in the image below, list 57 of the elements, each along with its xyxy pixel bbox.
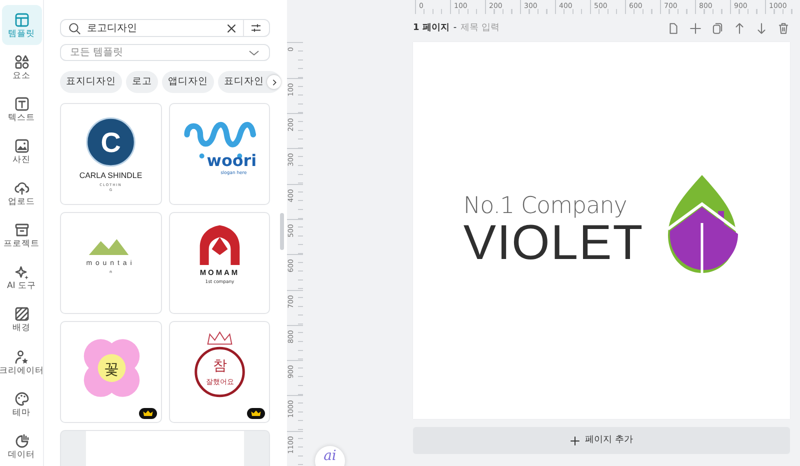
copy-icon[interactable] [711, 22, 724, 35]
add-page-button[interactable]: 페이지 추가 [413, 427, 790, 454]
tagline-text: No.1 Company [463, 194, 627, 220]
sidebar-tab[interactable]: 테마 [2, 384, 42, 424]
logo-text: 참 [212, 358, 226, 374]
template-dropdown[interactable]: 모든 템플릿 [60, 44, 270, 61]
sidebar-tab[interactable]: 프로젝트 [2, 215, 42, 256]
page-label: 1 페이지 [413, 22, 450, 35]
logo-text: CARLA SHINDLE [79, 170, 142, 180]
page-title-field[interactable]: 제목 입력 [460, 22, 521, 36]
arrow-down-icon[interactable] [755, 22, 768, 35]
crown-stamp-drawing [194, 331, 244, 398]
image-icon [14, 138, 30, 154]
sidebar-tab[interactable]: 데이터 [2, 426, 42, 466]
text-icon [14, 96, 30, 112]
person-star-icon [14, 348, 30, 365]
archive-icon [14, 222, 30, 238]
sparkle-icon [14, 264, 30, 280]
logo-text: 꽃 [104, 360, 120, 378]
search-field[interactable]: 로고디자인 [60, 19, 270, 37]
tag-chip[interactable]: 표지디자인 [60, 71, 122, 93]
brand-name: VIOLET [463, 219, 644, 268]
search-icon [68, 22, 81, 34]
sidebar-tab[interactable]: 배경 [2, 300, 42, 340]
mountain-logo-drawing [88, 239, 129, 256]
pie-chart-icon [14, 432, 30, 449]
template-card[interactable]: 꽃 [60, 321, 162, 423]
close-icon[interactable] [226, 22, 237, 34]
sidebar-tab[interactable]: 요소 [2, 47, 42, 88]
layout-icon [14, 12, 30, 28]
next-button[interactable] [267, 75, 281, 89]
flower-logo-drawing [84, 339, 140, 397]
sidebar-tab[interactable]: 업로드 [2, 173, 42, 214]
cloud-upload-icon [14, 180, 30, 196]
trash-icon[interactable] [777, 22, 790, 35]
tag-chip[interactable]: 표디자인 [218, 71, 281, 93]
plus-icon [570, 436, 580, 446]
hatched-square-icon [14, 306, 30, 322]
logo-text: woori [206, 150, 256, 170]
shapes-icon [14, 54, 30, 70]
sidebar-tab[interactable]: 텍스트 [2, 89, 42, 130]
separator-text: - [453, 22, 457, 35]
chevron-right-icon [270, 78, 278, 86]
scrollbar-thumb[interactable] [280, 213, 284, 250]
sidebar-tab[interactable]: 사진 [2, 131, 42, 172]
sidebar-tab[interactable]: 크리에이터 [2, 342, 42, 382]
palette-icon [14, 390, 30, 407]
circle-logo-drawing [86, 117, 136, 167]
plus-icon[interactable] [689, 22, 702, 35]
arch-logo-drawing [199, 225, 240, 265]
tag-chip[interactable]: 로고 [126, 71, 158, 93]
new-page-icon[interactable] [667, 22, 680, 35]
filter-icon[interactable] [250, 22, 262, 34]
sidebar-tab[interactable]: AI 도구 [2, 258, 42, 298]
arrow-up-icon[interactable] [733, 22, 746, 35]
logo-text: C [100, 127, 121, 158]
tag-chip[interactable]: 앱디자인 [162, 71, 214, 93]
